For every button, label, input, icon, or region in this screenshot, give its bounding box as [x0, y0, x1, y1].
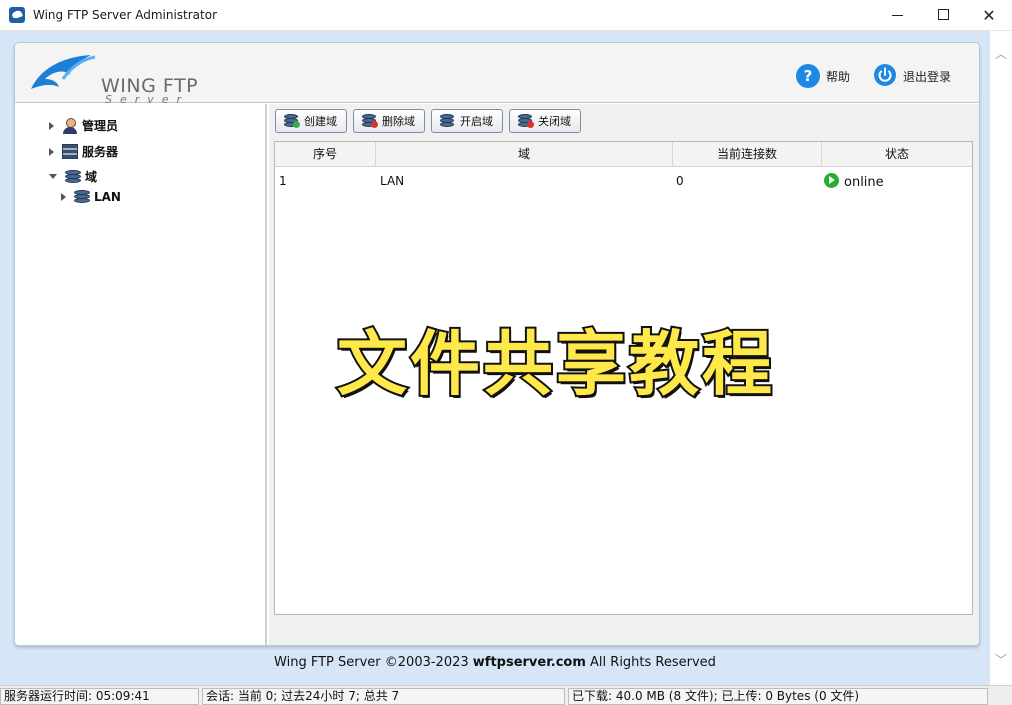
cell-status: online: [824, 173, 884, 190]
help-button[interactable]: ? 帮助: [796, 63, 850, 89]
tutorial-overlay-caption: 文件共享教程: [335, 321, 775, 407]
stop-domain-label: 关闭域: [538, 115, 571, 128]
start-domain-icon: [440, 114, 456, 128]
copyright-footer: Wing FTP Server ©2003-2023 wftpserver.co…: [0, 655, 990, 670]
wing-ftp-logo: WING FTP Server: [29, 49, 199, 106]
vertical-scrollbar[interactable]: ︿ ﹀: [990, 31, 1012, 685]
start-domain-label: 开启域: [460, 115, 493, 128]
navigation-tree: 管理员 服务器 域 LAN: [15, 104, 267, 645]
window-title: Wing FTP Server Administrator: [33, 8, 218, 22]
expand-arrow-icon[interactable]: [49, 147, 54, 156]
status-sessions: 会话: 当前 0; 过去24小时 7; 总共 7: [202, 688, 565, 705]
maximize-icon: [938, 9, 949, 20]
tree-item-label: 域: [85, 170, 98, 184]
tree-item-server[interactable]: 服务器: [49, 143, 118, 160]
stop-domain-icon: [518, 114, 534, 128]
tree-item-label: 服务器: [82, 145, 119, 159]
tree-item-lan[interactable]: LAN: [61, 190, 121, 204]
tree-item-label: LAN: [94, 190, 121, 204]
app-logo-icon: [9, 7, 25, 23]
logout-button[interactable]: 退出登录: [873, 63, 951, 89]
scroll-up-icon[interactable]: ︿: [995, 45, 1007, 62]
create-domain-icon: [284, 114, 300, 128]
table-row[interactable]: 1 LAN 0 online: [275, 168, 972, 194]
help-icon: ?: [796, 64, 820, 88]
create-domain-label: 创建域: [304, 115, 337, 128]
app-header: WING FTP Server ? 帮助 退出登录: [15, 43, 979, 106]
server-icon: [62, 144, 78, 159]
column-header-status[interactable]: 状态: [822, 142, 972, 167]
status-bar: 服务器运行时间: 05:09:41 会话: 当前 0; 过去24小时 7; 总共…: [0, 685, 1012, 705]
window-title-bar: Wing FTP Server Administrator ✕: [0, 0, 1012, 31]
wing-logo-icon: [31, 55, 96, 89]
maximize-button[interactable]: [920, 0, 966, 31]
column-header-domain[interactable]: 域: [376, 142, 673, 167]
logout-label: 退出登录: [903, 69, 952, 84]
delete-domain-icon: [362, 114, 378, 128]
tree-item-label: 管理员: [82, 119, 119, 133]
cell-domain: LAN: [380, 174, 405, 188]
minimize-button[interactable]: [874, 0, 920, 31]
scroll-down-icon[interactable]: ﹀: [995, 651, 1007, 668]
status-uptime: 服务器运行时间: 05:09:41: [0, 688, 199, 705]
cell-index: 1: [279, 174, 287, 188]
status-transfer: 已下载: 40.0 MB (8 文件); 已上传: 0 Bytes (0 文件): [568, 688, 988, 705]
column-header-index[interactable]: 序号: [275, 142, 376, 167]
copyright-prefix: Wing FTP Server ©2003-2023: [274, 655, 473, 670]
minimize-icon: [892, 15, 903, 16]
delete-domain-label: 删除域: [382, 115, 415, 128]
create-domain-button[interactable]: 创建域: [275, 109, 347, 133]
copyright-site: wftpserver.com: [472, 655, 586, 670]
status-text: online: [844, 175, 884, 190]
online-status-icon: [824, 173, 839, 188]
table-header: 序号 域 当前连接数 状态: [275, 142, 972, 167]
help-label: 帮助: [826, 69, 851, 84]
tree-item-admins[interactable]: 管理员: [49, 117, 118, 134]
start-domain-button[interactable]: 开启域: [431, 109, 503, 133]
expand-arrow-icon[interactable]: [61, 193, 66, 201]
stop-domain-button[interactable]: 关闭域: [509, 109, 581, 133]
domain-icon: [65, 169, 81, 184]
admin-user-icon: [62, 117, 78, 134]
column-header-connections[interactable]: 当前连接数: [673, 142, 822, 167]
cell-connections: 0: [676, 174, 684, 188]
power-icon: [873, 63, 897, 90]
copyright-suffix: All Rights Reserved: [585, 655, 716, 670]
collapse-arrow-icon[interactable]: [49, 174, 57, 179]
close-button[interactable]: ✕: [966, 0, 1012, 31]
tree-item-domains[interactable]: 域: [49, 168, 97, 185]
domain-toolbar: 创建域 删除域 开启域 关闭域: [275, 109, 581, 135]
expand-arrow-icon[interactable]: [49, 121, 54, 130]
delete-domain-button[interactable]: 删除域: [353, 109, 425, 133]
domain-icon: [74, 190, 90, 204]
